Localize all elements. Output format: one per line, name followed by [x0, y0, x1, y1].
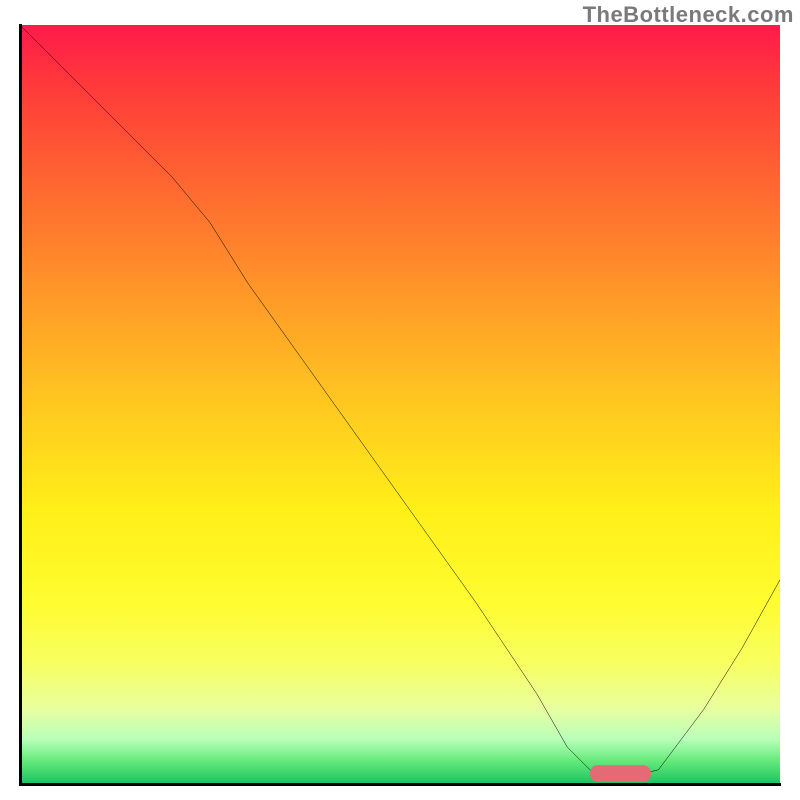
plot-area — [20, 25, 780, 785]
curve-svg — [20, 25, 780, 785]
chart-container: TheBottleneck.com — [0, 0, 800, 800]
optimal-point-marker — [590, 765, 651, 782]
watermark-text: TheBottleneck.com — [583, 2, 794, 28]
bottleneck-curve-path — [20, 25, 780, 777]
